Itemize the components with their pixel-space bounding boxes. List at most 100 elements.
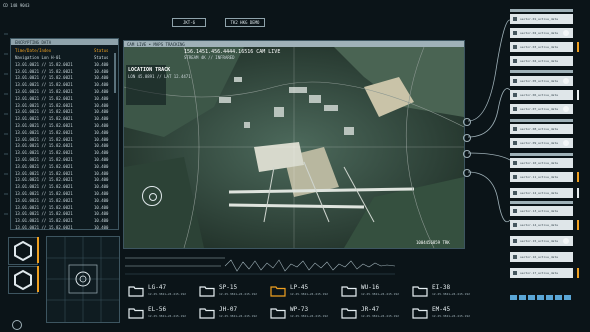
folder-icon[interactable] xyxy=(341,285,357,297)
scrollbar[interactable] xyxy=(114,53,116,93)
toggle-dot-icon[interactable] xyxy=(563,78,569,84)
row-time: 13.01.0021 // 15.82.0021 xyxy=(15,163,73,169)
file-name[interactable]: LP-45 xyxy=(290,284,308,291)
sector-group-header xyxy=(510,119,573,122)
sector-item[interactable]: sector-09_active_data xyxy=(510,138,573,148)
toggle-dot-icon[interactable] xyxy=(563,106,569,112)
square-icon xyxy=(513,59,517,63)
square-icon xyxy=(513,175,517,179)
sector-item[interactable]: sector-15_active_data xyxy=(510,236,573,246)
row-time: Navigation Lon H-01 xyxy=(15,55,61,60)
row-time: 13.01.0021 // 15.82.0021 xyxy=(15,129,73,135)
sector-item[interactable]: sector-05_active_data xyxy=(510,76,573,86)
tab-jkt[interactable]: JKT-6 xyxy=(172,18,206,27)
folder-icon[interactable] xyxy=(128,285,144,297)
encrypting-data-panel: ENCRYPTING DATA Time/Date/Index Status N… xyxy=(10,38,119,230)
sector-group-header xyxy=(510,153,573,156)
file-name[interactable]: LG-47 xyxy=(148,284,166,291)
folder-icon[interactable] xyxy=(270,307,286,319)
sector-item[interactable]: sector-17_active_data xyxy=(510,268,579,278)
row-time: 13.01.0021 // 15.82.0021 xyxy=(15,190,73,196)
file-name[interactable]: JH-07 xyxy=(219,306,237,313)
sector-item-label: sector-13_active_data xyxy=(520,209,558,213)
sector-item[interactable]: sector-13_active_data xyxy=(510,206,573,216)
sector-item-label: sector-07_active_data xyxy=(520,107,558,111)
sector-item-label: sector-09_active_data xyxy=(520,141,558,145)
row-time: 13.01.0021 // 15.82.0021 xyxy=(15,102,73,108)
row-time: 13.01.0021 // 15.82.0021 xyxy=(15,68,73,74)
status-bar xyxy=(577,220,579,230)
folder-icon[interactable] xyxy=(128,307,144,319)
file-name[interactable]: SP-15 xyxy=(219,284,237,291)
sector-item-label: sector-01_active_data xyxy=(520,17,558,21)
map-footer-code: 1004456859 TRK xyxy=(416,240,450,245)
folder-icon[interactable] xyxy=(199,307,215,319)
file-name[interactable]: EM-45 xyxy=(432,306,450,313)
file-name[interactable]: JR-47 xyxy=(361,306,379,313)
status-bar xyxy=(577,188,579,198)
row-time: 13.01.0021 // 15.82.0021 xyxy=(15,184,73,190)
hex-button-2[interactable] xyxy=(8,266,38,294)
target-reticle-icon[interactable] xyxy=(142,186,162,206)
file-coords: 12.45.3821~24.415.192 xyxy=(432,314,470,318)
row-status: 10.400 xyxy=(94,68,109,74)
toggle-dot-icon[interactable] xyxy=(563,140,569,146)
file-coords: 12.45.3821~24.415.192 xyxy=(361,314,399,318)
status-ring-icon xyxy=(12,320,22,330)
row-status: 10.400 xyxy=(94,136,109,142)
location-overlay: LOCATION TRACK LON 45.8891 // LAT 12.447… xyxy=(126,65,191,105)
file-name[interactable]: WP-73 xyxy=(290,306,308,313)
tab-tk2[interactable]: TK2 HKG DEMO xyxy=(225,18,265,27)
sector-item-label: sector-11_active_data xyxy=(520,175,558,179)
hex-button-1[interactable] xyxy=(8,237,38,265)
data-rows: Navigation Lon H-01 13.01.0021 // 15.82.0… xyxy=(15,55,87,232)
folder-icon[interactable] xyxy=(412,285,428,297)
row-status: 10.400 xyxy=(94,177,109,183)
row-status: 10.400 xyxy=(94,82,109,88)
sector-group-header xyxy=(510,70,573,73)
connector-lines xyxy=(468,19,511,223)
sector-item[interactable]: sector-11_active_data xyxy=(510,172,579,182)
row-status: 10.400 xyxy=(94,163,109,169)
file-coords: 12.45.3821~24.415.192 xyxy=(290,314,328,318)
status-bar xyxy=(577,42,579,52)
file-coords: 12.45.3821~24.415.192 xyxy=(219,314,257,318)
file-name[interactable]: EI-38 xyxy=(432,284,450,291)
row-status: 10.400 xyxy=(94,143,109,149)
file-name[interactable]: WU-16 xyxy=(361,284,379,291)
accent-bar xyxy=(37,237,39,263)
sector-item[interactable]: sector-14_active_data xyxy=(510,220,579,230)
sector-item[interactable]: sector-10_active_data xyxy=(510,158,573,168)
radar-view[interactable] xyxy=(46,236,120,323)
sector-item[interactable]: sector-08_active_data xyxy=(510,124,573,134)
row-status: 10.400 xyxy=(94,190,109,196)
row-time: 13.01.0021 // 15.82.0021 xyxy=(15,109,73,115)
row-status: 10.400 xyxy=(94,218,109,224)
sector-item-label: sector-10_active_data xyxy=(520,161,558,165)
sector-item-label: sector-03_active_data xyxy=(520,45,558,49)
sector-item[interactable]: sector-16_active_data xyxy=(510,252,573,262)
folder-icon[interactable] xyxy=(412,307,428,319)
square-icon xyxy=(513,191,517,195)
folder-icon[interactable] xyxy=(199,285,215,297)
file-name[interactable]: EL-56 xyxy=(148,306,166,313)
file-coords: 12.45.3821~24.415.192 xyxy=(361,292,399,296)
row-time: 13.01.0021 // 15.82.0021 xyxy=(15,143,73,149)
toggle-dot-icon[interactable] xyxy=(563,30,569,36)
square-icon xyxy=(513,209,517,213)
toggle-dot-icon[interactable] xyxy=(563,238,569,244)
sector-item[interactable]: sector-06_active_data xyxy=(510,90,579,100)
sector-item[interactable]: sector-04_active_data xyxy=(510,56,573,66)
folder-icon[interactable] xyxy=(341,307,357,319)
square-icon xyxy=(513,45,517,49)
folder-icon[interactable] xyxy=(270,285,286,297)
row-time: 13.01.0021 // 15.82.0021 xyxy=(15,61,73,67)
sector-item-label: sector-04_active_data xyxy=(520,59,558,63)
sector-item[interactable]: sector-02_active_data xyxy=(510,28,573,38)
sector-item[interactable]: sector-03_active_data xyxy=(510,42,579,52)
map-window[interactable]: CAM LIVE • MAPS TRACKING 156.1451.456.44… xyxy=(123,40,465,249)
sector-item[interactable]: sector-01_active_data xyxy=(510,14,573,24)
row-time: 13.01.0021 // 15.82.0021 xyxy=(15,75,73,81)
sector-item[interactable]: sector-12_active_data xyxy=(510,188,579,198)
sector-item[interactable]: sector-07_active_data xyxy=(510,104,573,114)
